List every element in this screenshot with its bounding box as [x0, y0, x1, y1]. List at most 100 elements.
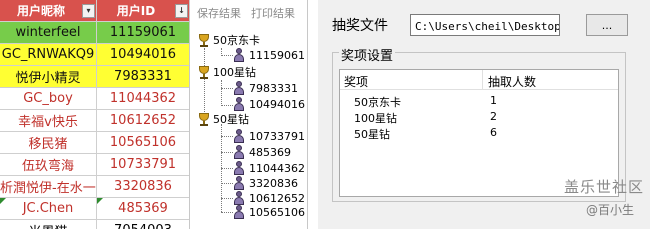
nickname-cell[interactable]: 幸福v快乐 [0, 110, 97, 132]
table-row: 析潤悦伊-在水一方 3320836 [0, 176, 189, 198]
filter-dropdown-icon[interactable]: ▾ [82, 4, 95, 18]
list-item[interactable]: 100星钻 2 [340, 108, 618, 125]
user-icon [232, 161, 246, 175]
tree-connector [221, 80, 222, 106]
user-icon [232, 191, 246, 205]
prize-name: 50星钻 [354, 128, 390, 141]
header-user-id-label: 用户ID [116, 4, 156, 18]
header-user-id-cell[interactable]: 用户ID ↓ [97, 0, 189, 22]
watermark-community: 盖乐世社区 [564, 178, 645, 196]
prize-count: 1 [490, 94, 497, 107]
tree-member-node[interactable]: 7983331 [232, 80, 298, 96]
table-row: 米恩猫 7054003 [0, 220, 189, 229]
nickname-cell[interactable]: GC_RNWAKQ9 [0, 44, 97, 66]
nickname-cell[interactable]: 移民猪 [0, 132, 97, 154]
tree-member-node[interactable]: 10565106 [232, 204, 305, 220]
user-icon [232, 48, 246, 62]
tree-group-node[interactable]: 50星钻 [197, 111, 249, 127]
user-id-cell[interactable]: 7983331 [97, 66, 189, 88]
header-nickname-label: 用户昵称 [16, 4, 65, 18]
result-tree-panel: 保存结果 打印结果 50京东卡 11159061 100星钻 7983331 1… [191, 0, 308, 229]
user-id-cell[interactable]: 10565106 [97, 132, 189, 154]
user-id-text: 485369 [118, 201, 168, 216]
user-id-cell[interactable]: 10494016 [97, 44, 189, 66]
user-id-cell[interactable]: 11159061 [97, 22, 189, 44]
header-nickname-cell[interactable]: 用户昵称 ▾ [0, 0, 97, 22]
tree-group-label: 50星钻 [213, 113, 249, 126]
nickname-cell[interactable]: 米恩猫 [0, 220, 97, 229]
nickname-cell[interactable]: GC_boy [0, 88, 97, 110]
tree-member-node[interactable]: 10494016 [232, 96, 305, 112]
user-id-cell[interactable]: 11044362 [97, 88, 189, 110]
tree-member-label: 10494016 [249, 97, 305, 111]
list-item[interactable]: 50星钻 6 [340, 124, 618, 141]
user-icon [232, 81, 246, 95]
tree-member-label: 485369 [249, 145, 291, 159]
tree-group-label: 50京东卡 [213, 34, 260, 47]
trophy-icon [197, 112, 211, 126]
list-item[interactable]: 50京东卡 1 [340, 92, 618, 109]
print-results-button[interactable]: 打印结果 [251, 5, 295, 21]
lottery-file-label: 抽奖文件 [332, 18, 388, 34]
user-id-cell[interactable]: 3320836 [97, 176, 189, 198]
watermark-author: @百小生 [586, 203, 635, 217]
user-icon [232, 97, 246, 111]
tree-group-node[interactable]: 100星钻 [197, 64, 256, 80]
user-icon [232, 205, 246, 219]
cell-comment-marker [0, 198, 6, 204]
prize-count: 6 [490, 126, 497, 139]
user-icon [232, 129, 246, 143]
column-header-prize[interactable]: 奖项 [344, 73, 484, 90]
save-results-button[interactable]: 保存结果 [197, 5, 241, 21]
table-row: 悦伊小精灵 7983331 [0, 66, 189, 88]
table-row: winterfeel 11159061 [0, 22, 189, 44]
user-id-cell[interactable]: 10733791 [97, 154, 189, 176]
cell-comment-marker [97, 198, 103, 204]
user-icon [232, 145, 246, 159]
user-icon [232, 176, 246, 190]
tree-group-node[interactable]: 50京东卡 [197, 32, 260, 48]
lottery-file-path-field[interactable]: C:\Users\cheil\Desktop\版块活 [410, 14, 560, 36]
user-id-cell[interactable]: 10612652 [97, 110, 189, 132]
header-row: 用户昵称 ▾ 用户ID ↓ [0, 0, 189, 22]
table-row: 移民猪 10565106 [0, 132, 189, 154]
nickname-cell[interactable]: 悦伊小精灵 [0, 66, 97, 88]
tree-member-label: 11159061 [249, 48, 305, 62]
tree-member-node[interactable]: 10733791 [232, 128, 305, 144]
nickname-text: JC.Chen [22, 201, 74, 216]
user-id-cell[interactable]: 485369 [97, 198, 189, 220]
table-row: 伍玖弯海 10733791 [0, 154, 189, 176]
tree-member-node[interactable]: 11044362 [232, 160, 305, 176]
tree-group-label: 100星钻 [213, 66, 256, 79]
user-id-cell[interactable]: 7054003 [97, 220, 189, 229]
tree-member-label: 3320836 [249, 176, 298, 190]
tree-member-node[interactable]: 11159061 [232, 47, 305, 63]
table-row: 幸福v快乐 10612652 [0, 110, 189, 132]
tree-member-label: 10565106 [249, 205, 305, 219]
nickname-cell[interactable]: JC.Chen [0, 198, 97, 220]
lottery-dialog: 抽奖文件 C:\Users\cheil\Desktop\版块活 ... 奖项设置… [318, 0, 650, 229]
tree-member-label: 10612652 [249, 191, 305, 205]
nickname-cell[interactable]: winterfeel [0, 22, 97, 44]
tree-toolbar: 保存结果 打印结果 [191, 0, 308, 26]
tree-member-node[interactable]: 3320836 [232, 175, 298, 191]
browse-button[interactable]: ... [586, 14, 628, 36]
spreadsheet: 用户昵称 ▾ 用户ID ↓ winterfeel 11159061 GC_RNW… [0, 0, 190, 229]
table-row: GC_boy 11044362 [0, 88, 189, 110]
tree-member-label: 11044362 [249, 161, 305, 175]
trophy-icon [197, 65, 211, 79]
tree-member-label: 7983331 [249, 81, 298, 95]
trophy-icon [197, 33, 211, 47]
prize-count: 2 [490, 110, 497, 123]
nickname-cell[interactable]: 析潤悦伊-在水一方 [0, 176, 97, 198]
sort-filter-icon[interactable]: ↓ [175, 4, 188, 18]
tree-member-node[interactable]: 485369 [232, 144, 291, 160]
table-row: JC.Chen 485369 [0, 198, 189, 220]
column-divider[interactable] [482, 70, 483, 90]
nickname-cell[interactable]: 伍玖弯海 [0, 154, 97, 176]
column-header-count[interactable]: 抽取人数 [488, 73, 536, 90]
tree-member-label: 10733791 [249, 129, 305, 143]
prize-settings-title: 奖项设置 [339, 45, 396, 64]
prize-list-header: 奖项 抽取人数 [340, 70, 618, 90]
table-row: GC_RNWAKQ9 10494016 [0, 44, 189, 66]
